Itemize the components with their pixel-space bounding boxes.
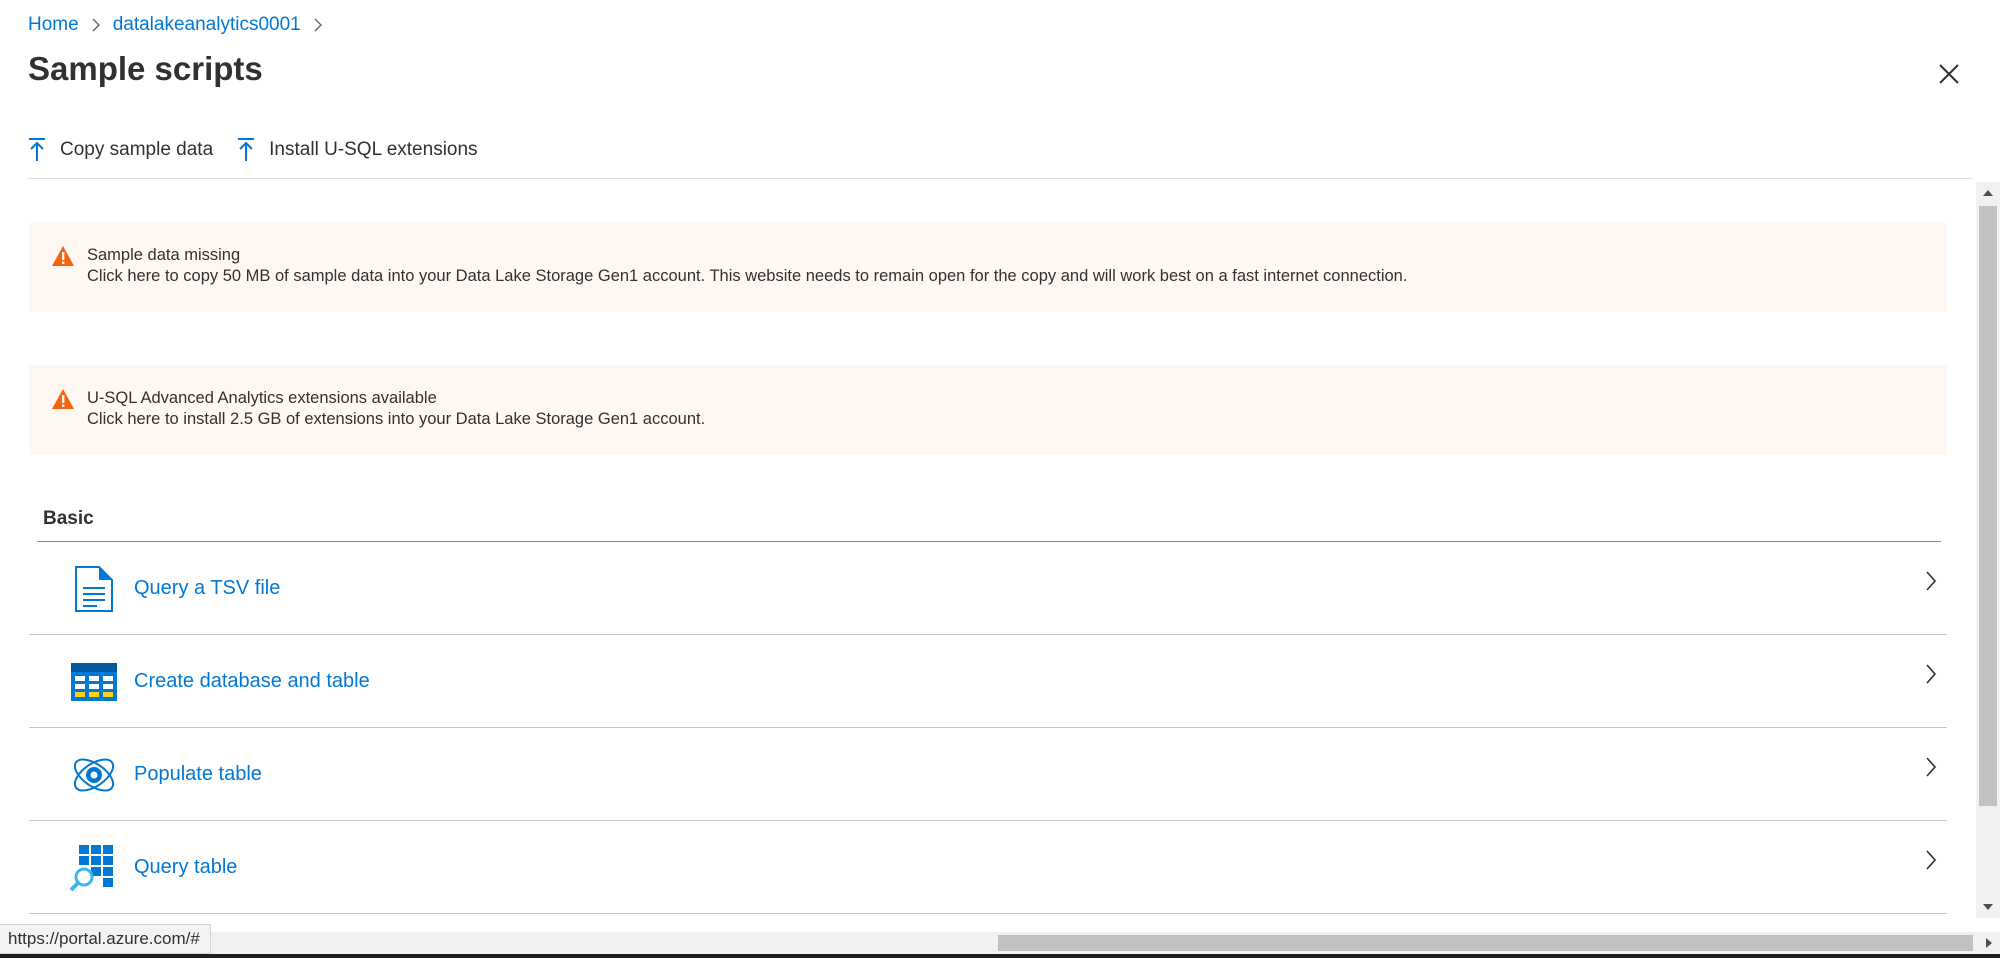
copy-sample-data-label: Copy sample data — [60, 139, 214, 160]
document-icon — [75, 566, 113, 612]
warning-icon — [52, 246, 74, 266]
script-item-populate-table[interactable]: Populate table — [29, 728, 1947, 821]
scroll-down-arrow-icon[interactable] — [1982, 902, 1994, 912]
script-item-label: Query table — [134, 856, 238, 878]
toolbar: Copy sample data Install U-SQL extension… — [28, 138, 478, 162]
script-list: Query a TSV file Create database and tab… — [29, 542, 1947, 914]
chevron-right-icon — [1926, 757, 1937, 777]
script-item-query-table[interactable]: Query table — [29, 821, 1947, 914]
upload-icon — [238, 138, 255, 161]
horizontal-scrollbar[interactable] — [0, 932, 2000, 954]
table-icon — [71, 663, 117, 701]
breadcrumb-account[interactable]: datalakeanalytics0001 — [113, 14, 301, 36]
script-item-query-tsv[interactable]: Query a TSV file — [29, 542, 1947, 635]
page-title: Sample scripts — [28, 50, 263, 87]
script-item-create-database[interactable]: Create database and table — [29, 635, 1947, 728]
content-scroll-area[interactable]: Sample data missing Click here to copy 5… — [0, 180, 1976, 920]
script-item-label: Create database and table — [134, 670, 370, 692]
breadcrumb: Home datalakeanalytics0001 — [28, 14, 335, 36]
script-item-label: Query a TSV file — [134, 577, 281, 599]
banner-title: U-SQL Advanced Analytics extensions avai… — [87, 389, 437, 407]
banner-title: Sample data missing — [87, 246, 241, 264]
chevron-right-icon — [1926, 850, 1937, 870]
horizontal-scrollbar-thumb[interactable] — [998, 935, 1973, 951]
chevron-right-icon — [92, 18, 100, 32]
install-usql-extensions-label: Install U-SQL extensions — [269, 139, 478, 160]
chevron-right-icon — [1926, 664, 1937, 684]
window-bottom-edge — [0, 954, 2000, 958]
close-icon[interactable] — [1935, 60, 1963, 88]
status-url-tooltip: https://portal.azure.com/# — [0, 924, 211, 954]
chevron-right-icon — [314, 18, 322, 32]
sample-data-missing-banner[interactable]: Sample data missing Click here to copy 5… — [29, 222, 1947, 312]
copy-sample-data-button[interactable]: Copy sample data — [28, 138, 213, 162]
banner-description: Click here to install 2.5 GB of extensio… — [87, 410, 706, 428]
scroll-right-arrow-icon[interactable] — [1984, 937, 1994, 949]
banner-description: Click here to copy 50 MB of sample data … — [87, 267, 1408, 285]
section-title-basic: Basic — [43, 508, 94, 529]
vertical-scrollbar[interactable] — [1976, 182, 2000, 918]
upload-icon — [29, 138, 45, 161]
toolbar-divider — [28, 178, 1972, 179]
chevron-right-icon — [1926, 571, 1937, 591]
install-usql-extensions-button[interactable]: Install U-SQL extensions — [237, 138, 478, 162]
vertical-scrollbar-thumb[interactable] — [1979, 206, 1997, 806]
usql-extensions-banner[interactable]: U-SQL Advanced Analytics extensions avai… — [29, 365, 1947, 455]
script-item-label: Populate table — [134, 763, 262, 785]
breadcrumb-home[interactable]: Home — [28, 14, 79, 36]
grid-search-icon — [69, 845, 113, 892]
warning-icon — [52, 389, 74, 409]
app-root: Home datalakeanalytics0001 Sample script… — [0, 0, 2000, 958]
scroll-up-arrow-icon[interactable] — [1982, 188, 1994, 198]
orbit-icon — [73, 758, 115, 792]
